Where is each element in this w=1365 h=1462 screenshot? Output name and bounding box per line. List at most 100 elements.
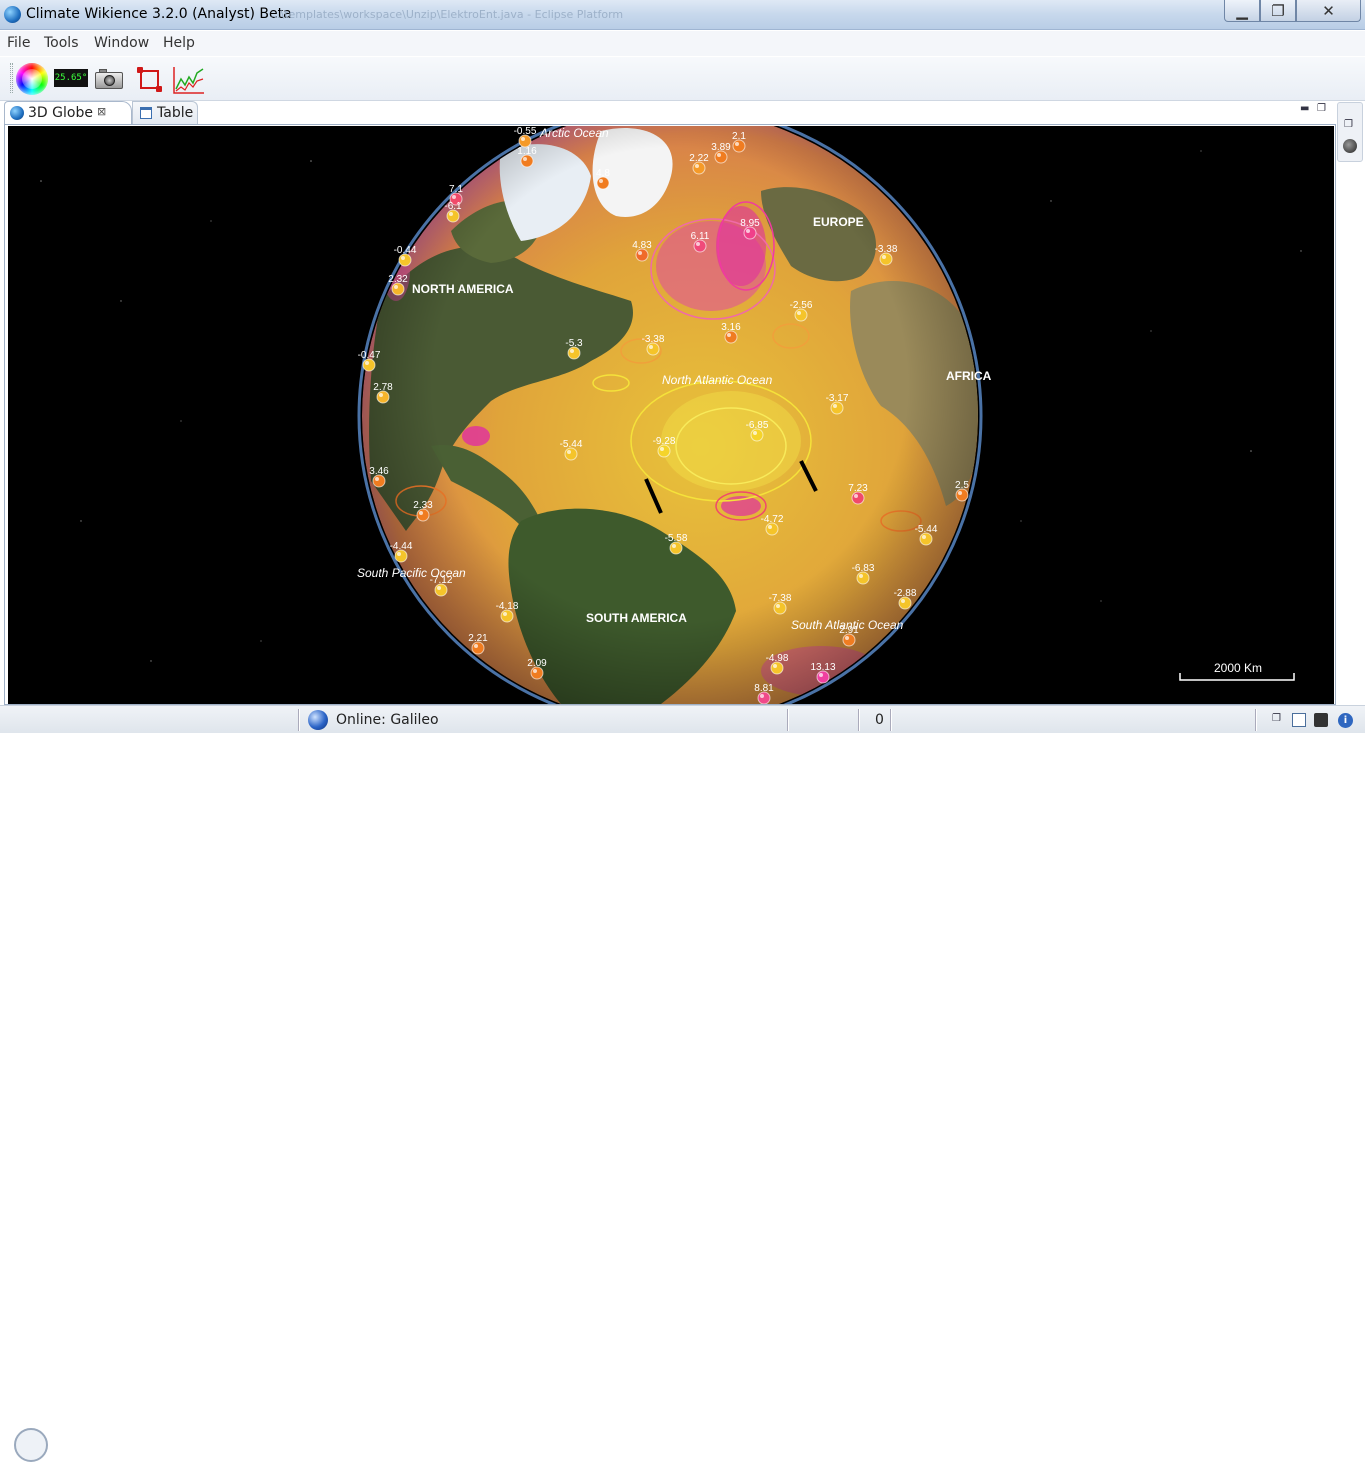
marker-highlight [599, 179, 603, 183]
select-region-button[interactable] [137, 67, 163, 93]
marker-highlight [533, 669, 537, 673]
marker-highlight [901, 599, 905, 603]
marker-highlight [922, 535, 926, 539]
window-title: Climate Wikience 3.2.0 (Analyst) Beta [26, 6, 292, 22]
globe-canvas[interactable]: Arctic Ocean NORTH AMERICA EUROPE North … [8, 126, 1334, 704]
temperature-display-button[interactable]: 25.65° [54, 69, 88, 87]
marker-label: 3.16 [721, 322, 741, 333]
marker-highlight [672, 544, 676, 548]
corner-globe-icon[interactable] [14, 1428, 48, 1462]
marker-highlight [735, 142, 739, 146]
marker-label: -0.44 [394, 245, 417, 256]
menu-tools[interactable]: Tools [44, 35, 79, 51]
marker-highlight [638, 251, 642, 255]
marker-label: 8.95 [740, 218, 760, 229]
background-window-title: ...\templates\workspace\Unzip\ElektroEnt… [270, 8, 624, 21]
progress-view-icon[interactable] [1292, 713, 1306, 727]
menu-file[interactable]: File [7, 35, 30, 51]
marker-label: 7.1 [449, 184, 463, 195]
status-bar: Online: Galileo 0 ❐ i [0, 705, 1365, 1462]
data-marker[interactable]: 4.8 [596, 168, 610, 190]
tab-3d-globe[interactable]: 3D Globe ⊠ [4, 101, 132, 125]
marker-label: -4.72 [761, 514, 784, 525]
label-arctic-ocean: Arctic Ocean [539, 126, 609, 140]
marker-label: -3.38 [875, 244, 898, 255]
marker-highlight [819, 673, 823, 677]
toolbar-grip[interactable] [10, 63, 13, 93]
menu-window[interactable]: Window [94, 35, 149, 51]
screenshot-button[interactable] [95, 68, 125, 90]
globe-view[interactable]: Arctic Ocean NORTH AMERICA EUROPE North … [4, 124, 1336, 705]
maximize-view-icon[interactable]: ❐ [1317, 103, 1326, 114]
close-tab-icon[interactable]: ⊠ [97, 105, 106, 118]
marker-highlight [833, 404, 837, 408]
marker-highlight [854, 494, 858, 498]
marker-label: -2.56 [790, 300, 813, 311]
marker-label: 2.32 [388, 274, 408, 285]
marker-label: -4.98 [766, 653, 789, 664]
marker-label: -0.55 [514, 126, 537, 137]
globe-icon [10, 106, 24, 120]
marker-label: 2.5 [955, 480, 969, 491]
menu-help[interactable]: Help [163, 35, 195, 51]
app-globe-icon [4, 6, 21, 23]
label-south-america: SOUTH AMERICA [586, 611, 687, 625]
marker-label: -0.47 [358, 350, 381, 361]
marker-highlight [521, 137, 525, 141]
marker-highlight [452, 195, 456, 199]
restore-trim-icon[interactable]: ❐ [1272, 713, 1286, 727]
marker-highlight [746, 229, 750, 233]
marker-label: 13.13 [810, 662, 835, 673]
marker-label: -9.28 [653, 436, 676, 447]
marker-highlight [401, 256, 405, 260]
online-status: Online: Galileo [336, 712, 439, 728]
color-palette-button[interactable] [16, 63, 48, 95]
marker-label: -4.44 [390, 541, 413, 552]
marker-highlight [727, 333, 731, 337]
marker-highlight [503, 612, 507, 616]
label-north-atlantic-ocean: North Atlantic Ocean [662, 373, 773, 387]
marker-highlight [523, 157, 527, 161]
marker-label: -3.17 [826, 393, 849, 404]
marker-highlight [570, 349, 574, 353]
navigator-view-icon[interactable] [1343, 139, 1357, 153]
marker-label: 3.89 [711, 142, 731, 153]
info-icon[interactable]: i [1338, 713, 1353, 728]
marker-highlight [379, 393, 383, 397]
marker-highlight [419, 511, 423, 515]
marker-highlight [882, 255, 886, 259]
chart-trend-icon [173, 67, 204, 94]
minimize-button[interactable]: ▁ [1224, 0, 1260, 22]
marker-label: -6.83 [852, 563, 875, 574]
label-africa: AFRICA [946, 369, 992, 383]
marker-label: -4.18 [496, 601, 519, 612]
minimize-view-icon[interactable]: ▬ [1300, 103, 1309, 114]
data-marker[interactable]: 2.5 [955, 480, 969, 502]
marker-highlight [773, 664, 777, 668]
minimize-icon: ▁ [1236, 2, 1248, 20]
close-window-button[interactable]: ✕ [1296, 0, 1361, 22]
marker-highlight [696, 242, 700, 246]
marker-label: -5.58 [665, 533, 688, 544]
label-north-america: NORTH AMERICA [412, 282, 514, 296]
marker-label: 8.81 [754, 683, 774, 694]
online-server-icon [308, 710, 328, 730]
marker-label: 1.16 [517, 146, 537, 157]
restore-button[interactable]: ❐ [1260, 0, 1296, 22]
marker-highlight [717, 153, 721, 157]
marker-highlight [567, 450, 571, 454]
data-marker[interactable]: 2.1 [732, 131, 746, 153]
marker-highlight [859, 574, 863, 578]
time-series-button[interactable] [172, 65, 206, 95]
marker-highlight [649, 345, 653, 349]
editor-tab-strip: 3D Globe ⊠ Table [4, 101, 1336, 125]
marker-label: -5.44 [915, 524, 938, 535]
toolbar: 25.65° [0, 57, 1365, 101]
marker-highlight [958, 491, 962, 495]
marker-highlight [375, 477, 379, 481]
marker-highlight [660, 447, 664, 451]
tab-table[interactable]: Table [132, 101, 198, 125]
title-bar: Climate Wikience 3.2.0 (Analyst) Beta ..… [0, 0, 1365, 30]
restore-view-icon[interactable]: ❐ [1344, 119, 1353, 130]
console-view-icon[interactable] [1314, 713, 1328, 727]
